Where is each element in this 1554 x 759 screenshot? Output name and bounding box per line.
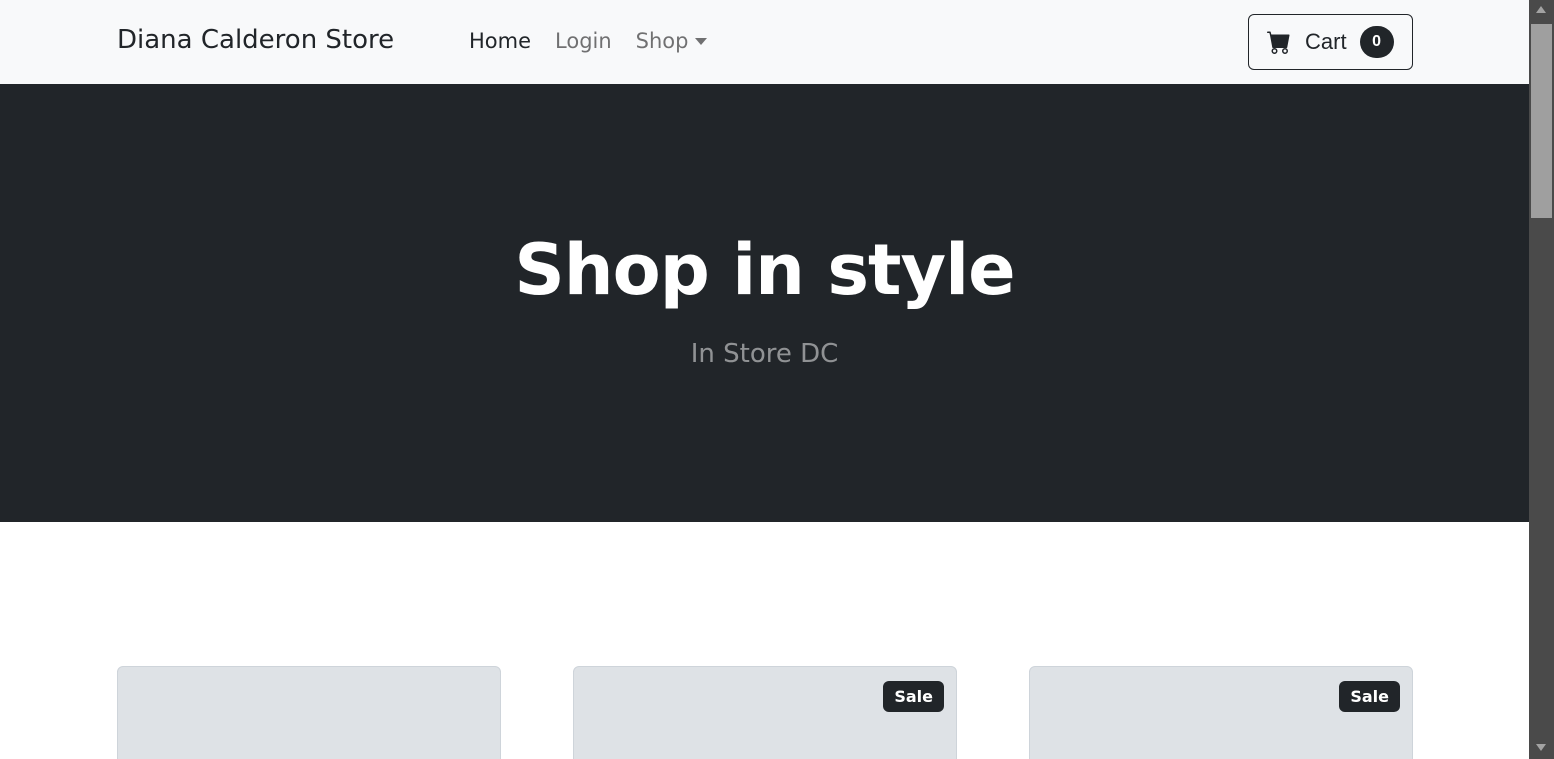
product-card[interactable]: Sale	[573, 666, 957, 759]
navbar: Diana Calderon Store Home Login Shop Car…	[0, 0, 1529, 84]
page: Diana Calderon Store Home Login Shop Car…	[0, 0, 1529, 759]
cart-icon	[1267, 31, 1290, 54]
nav-link-login[interactable]: Login	[555, 29, 612, 53]
hero-section: Shop in style In Store DC	[0, 84, 1529, 522]
scrollbar-thumb[interactable]	[1531, 24, 1552, 218]
hero-title: Shop in style	[514, 229, 1015, 311]
product-card[interactable]: Sale	[1029, 666, 1413, 759]
cart-count-badge: 0	[1359, 26, 1394, 58]
sale-badge: Sale	[883, 681, 944, 712]
caret-down-icon	[694, 37, 707, 45]
cart-label: Cart	[1305, 29, 1347, 54]
brand-link[interactable]: Diana Calderon Store	[117, 25, 394, 55]
product-card[interactable]	[117, 666, 501, 759]
nav-links: Home Login Shop	[469, 29, 731, 53]
nav-dropdown-shop[interactable]: Shop	[636, 29, 707, 53]
cart-button[interactable]: Cart 0	[1248, 14, 1413, 70]
nav-link-home[interactable]: Home	[469, 29, 531, 53]
nav-dropdown-shop-label: Shop	[635, 29, 689, 53]
vertical-scrollbar[interactable]	[1529, 0, 1554, 759]
scroll-up-icon[interactable]	[1536, 6, 1546, 13]
hero-subtitle: In Store DC	[690, 339, 839, 369]
sale-badge: Sale	[1339, 681, 1400, 712]
scroll-down-icon[interactable]	[1536, 744, 1546, 751]
